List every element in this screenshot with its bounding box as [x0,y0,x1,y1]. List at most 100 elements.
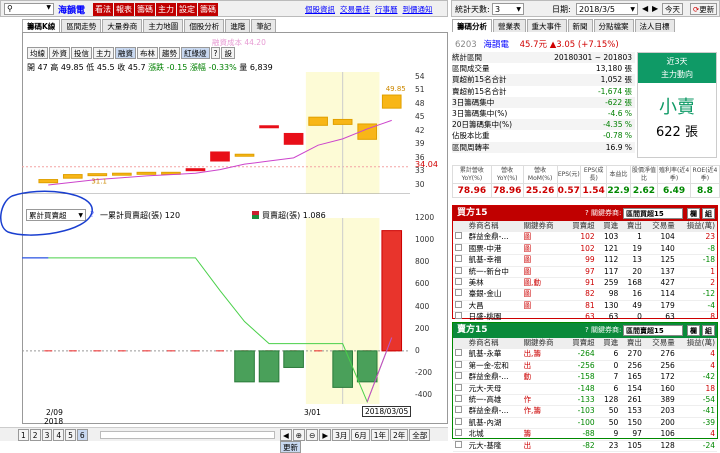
indicator-button-8[interactable]: ? [210,47,221,59]
row-checkbox[interactable] [453,360,467,373]
chart-tab-3[interactable]: 主力地圖 [143,19,184,32]
days-select[interactable]: 3 ▼ [492,3,524,15]
toolbar-button-5[interactable]: 籌碼 [198,3,218,16]
checkbox-icon[interactable] [455,312,462,320]
page-button-5[interactable]: 6 [76,429,88,441]
right-tab-0[interactable]: 籌碼分析 [452,19,492,32]
table-row[interactable]: 群益金鼎-... 圖 102 103 1 104 23 [453,231,717,244]
sell-columns-button[interactable]: 欄 [687,325,700,336]
buy-group-button[interactable]: 組 [702,208,715,219]
indicator-button-7[interactable]: 紅綠燈 [181,47,210,59]
indicator-button-1[interactable]: 外資 [49,47,70,59]
zoom-button-1[interactable]: 6月 [351,429,370,441]
today-button[interactable]: 今天 [662,3,683,15]
indicator-button-0[interactable]: 均線 [27,47,48,59]
zoom-out-icon[interactable]: ⊖ [306,429,319,441]
indicator-button-9[interactable]: 設 [221,47,235,59]
next-icon[interactable]: ▶ [652,4,658,13]
search-box[interactable]: ⚲ ▼ [4,3,54,15]
zoom-button-5[interactable]: 更新 [280,441,301,453]
buy-rank-select[interactable]: 區間買超15 [623,208,683,219]
prev-icon[interactable]: ◀ [642,4,648,13]
indicator-button-5[interactable]: 布林 [137,47,158,59]
checkbox-icon[interactable] [455,440,462,448]
table-row[interactable]: 凱基-內湖 -100 50 150 200 -39 [453,417,717,430]
buy-columns-button[interactable]: 欄 [687,208,700,219]
top-link-3[interactable]: 到價通知 [403,5,433,14]
row-checkbox[interactable] [453,254,467,267]
scroll-track[interactable] [100,431,275,439]
top-link-1[interactable]: 交易量佳 [340,5,370,14]
row-checkbox[interactable] [453,394,467,407]
checkbox-icon[interactable] [455,266,462,274]
table-row[interactable]: 臺銀-金山圖 82 98 16 114 -12 [453,288,717,301]
row-checkbox[interactable] [453,288,467,301]
table-row[interactable]: 凱基-永華 出,籌 -264 6 270 276 4 [453,348,717,361]
row-checkbox[interactable] [453,277,467,290]
indicator-button-4[interactable]: 融資 [115,47,136,59]
toolbar-button-1[interactable]: 報表 [114,3,134,16]
page-button-2[interactable]: 3 [41,429,53,441]
chart-tab-2[interactable]: 大量券商 [102,19,143,32]
table-row[interactable]: 凱基-幸福圖 99 112 13 125 -18 [453,254,717,267]
chart-tab-6[interactable]: 筆記 [251,19,277,32]
page-button-3[interactable]: 4 [53,429,65,441]
sell-group-button[interactable]: 組 [702,325,715,336]
row-checkbox[interactable] [453,371,467,384]
table-row[interactable]: 大昌圖 81 130 49 179 -4 [453,300,717,313]
toolbar-button-4[interactable]: 設定 [177,3,197,16]
row-checkbox[interactable] [453,300,467,313]
toolbar-button-3[interactable]: 主力 [156,3,176,16]
table-row[interactable]: 群益金鼎-... 動 -158 7 165 172 -42 [453,371,717,384]
chart-tab-4[interactable]: 個股分析 [184,19,225,32]
zoom-button-3[interactable]: 2年 [390,429,409,441]
chart-tab-0[interactable]: 籌碼K線 [22,19,61,32]
table-row[interactable]: 統一-新台中圖 97 117 20 137 1 [453,266,717,279]
checkbox-icon[interactable] [455,300,462,308]
checkbox-icon[interactable] [455,406,462,414]
indicator-button-3[interactable]: 主力 [93,47,114,59]
row-checkbox[interactable] [453,231,467,244]
toolbar-button-0[interactable]: 看法 [93,3,113,16]
prev-icon[interactable]: ◀ [280,429,292,441]
indicator-button-6[interactable]: 趨勢 [159,47,180,59]
chart-tab-1[interactable]: 區間走勢 [61,19,102,32]
indicator-button-2[interactable]: 投信 [71,47,92,59]
right-tab-2[interactable]: 重大事件 [526,19,567,32]
zoom-in-icon[interactable]: ⊕ [292,429,306,441]
row-checkbox[interactable] [453,405,467,418]
checkbox-icon[interactable] [455,372,462,380]
table-row[interactable]: 第一金-宏和出 -256 0 256 256 4 [453,360,717,373]
row-checkbox[interactable] [453,417,467,430]
next-icon[interactable]: ▶ [319,429,332,441]
right-tab-1[interactable]: 營業表 [493,19,526,32]
zoom-button-4[interactable]: 全部 [409,429,431,441]
top-link-0[interactable]: 個股資訊 [305,5,335,14]
top-link-2[interactable]: 行事曆 [375,5,398,14]
checkbox-icon[interactable] [455,278,462,286]
date-input[interactable]: 2018/3/5 ▼ [576,3,638,15]
sell-rank-select[interactable]: 區間賣超15 [623,325,683,336]
right-tab-3[interactable]: 新聞 [567,19,593,32]
row-checkbox[interactable] [453,440,467,453]
table-row[interactable]: 北城籌 -88 9 97 106 4 [453,428,717,441]
row-checkbox[interactable] [453,243,467,256]
checkbox-icon[interactable] [455,349,462,357]
table-row[interactable]: 國票-中港圖 102 121 19 140 -8 [453,243,717,256]
right-tab-5[interactable]: 法人目標 [634,19,675,32]
checkbox-icon[interactable] [455,289,462,297]
zoom-button-0[interactable]: 3月 [332,429,351,441]
table-row[interactable]: 群益金鼎-... 作,籌 -103 50 153 203 -41 [453,405,717,418]
row-checkbox[interactable] [453,428,467,441]
checkbox-icon[interactable] [455,360,462,368]
checkbox-icon[interactable] [455,395,462,403]
row-checkbox[interactable] [453,383,467,396]
checkbox-icon[interactable] [455,255,462,263]
checkbox-icon[interactable] [455,232,462,240]
page-button-4[interactable]: 5 [65,429,76,441]
checkbox-icon[interactable] [455,383,462,391]
refresh-button[interactable]: ⟳更新 [690,3,718,15]
chart-tab-5[interactable]: 進階 [225,19,251,32]
zoom-button-2[interactable]: 1年 [370,429,389,441]
checkbox-icon[interactable] [455,429,462,437]
